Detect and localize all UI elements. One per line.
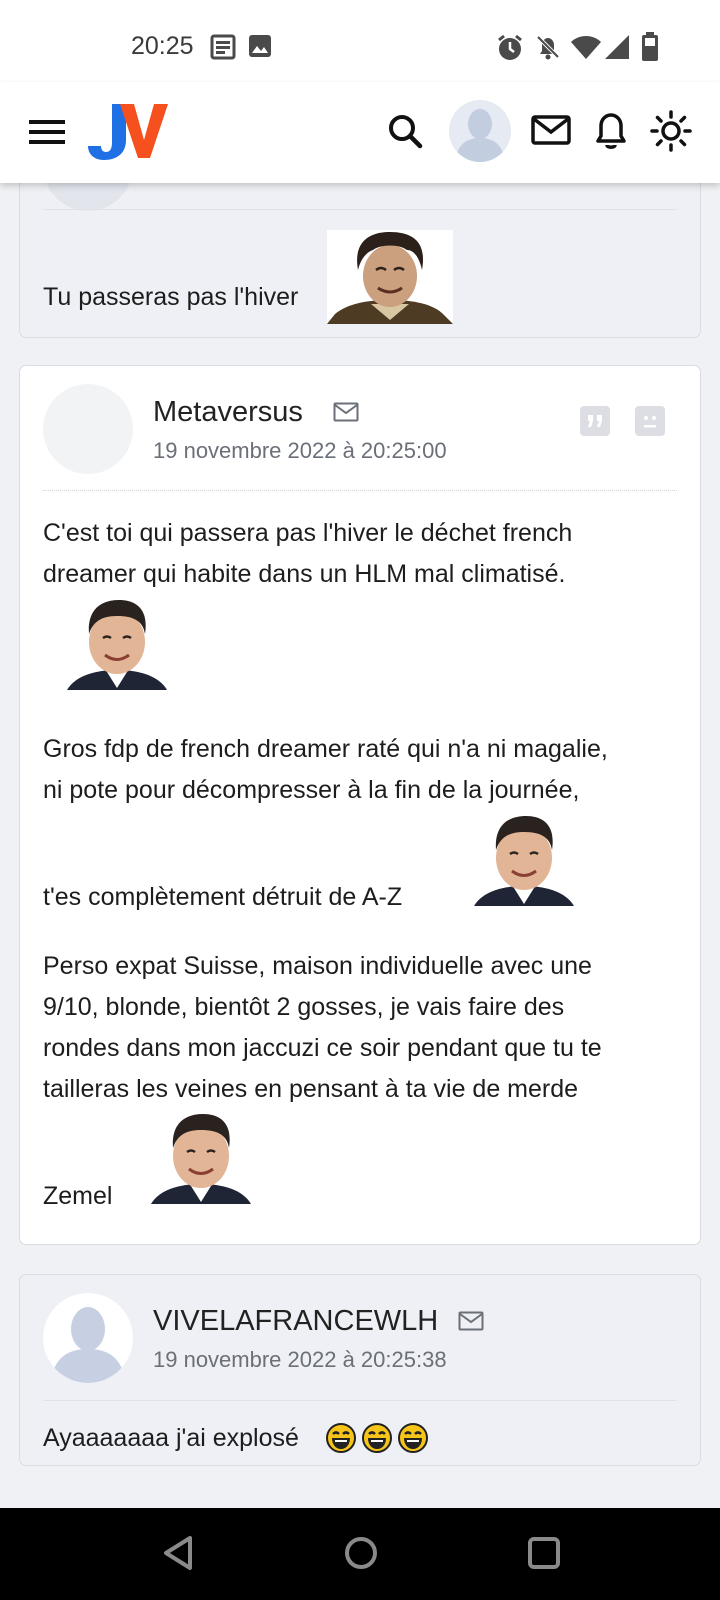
laughing-emoji-icon — [398, 1423, 428, 1453]
avatar[interactable] — [43, 183, 133, 211]
menu-icon[interactable] — [29, 118, 65, 146]
system-navigation-bar — [0, 1508, 720, 1600]
post-message: Tu passeras pas l'hiver — [43, 283, 299, 311]
signal-icon — [605, 35, 629, 59]
top-header — [0, 82, 720, 183]
post-text-line: C'est toi qui passera pas l'hiver le déc… — [43, 519, 573, 547]
send-message-icon[interactable] — [458, 1311, 484, 1331]
jv-logo[interactable] — [86, 100, 170, 162]
post-divider — [43, 490, 677, 491]
post-text-line: t'es complètement détruit de A-Z — [43, 883, 403, 911]
laughing-emoji-icon — [326, 1423, 356, 1453]
wifi-icon — [571, 36, 601, 59]
status-bar: 20:25 — [0, 0, 720, 82]
post-text-line: Gros fdp de french dreamer raté qui n'a … — [43, 735, 608, 763]
mail-icon[interactable] — [531, 115, 571, 145]
alarm-icon — [498, 34, 522, 60]
quote-icon[interactable] — [580, 406, 610, 436]
theme-sun-icon[interactable] — [650, 110, 692, 152]
status-time: 20:25 — [131, 32, 194, 60]
post-date[interactable]: 19 novembre 2022 à 20:25:38 — [153, 1347, 447, 1373]
home-icon[interactable] — [342, 1534, 380, 1572]
forum-post: Metaversus 19 novembre 2022 à 20:25:00 C… — [19, 365, 701, 1245]
avatar[interactable] — [43, 384, 133, 474]
post-message: Ayaaaaaaa j'ai explosé — [43, 1424, 299, 1452]
back-icon[interactable] — [160, 1534, 196, 1572]
post-author[interactable]: VIVELAFRANCEWLH — [153, 1305, 438, 1338]
smiling-man-sticker[interactable] — [474, 814, 574, 906]
post-text-line: tailleras les veines en pensant à ta vie… — [43, 1075, 579, 1103]
post-text-line: ni pote pour décompresser à la fin de la… — [43, 776, 580, 804]
post-divider — [43, 209, 677, 210]
post-text-line: rondes dans mon jaccuzi ce soir pendant … — [43, 1034, 602, 1062]
bell-off-icon — [536, 35, 560, 60]
news-icon — [210, 34, 236, 60]
battery-icon — [642, 32, 658, 61]
search-icon[interactable] — [387, 113, 423, 149]
forum-post: Tu passeras pas l'hiver — [19, 183, 701, 338]
laughing-man-sticker[interactable] — [327, 230, 453, 324]
avatar[interactable] — [43, 1293, 133, 1383]
send-message-icon[interactable] — [333, 402, 359, 422]
report-icon[interactable] — [635, 406, 665, 436]
recents-icon[interactable] — [526, 1534, 562, 1572]
laughing-emoji-icon — [362, 1423, 392, 1453]
post-author[interactable]: Metaversus — [153, 396, 303, 429]
notification-bell-icon[interactable] — [594, 110, 628, 150]
post-text-line: Perso expat Suisse, maison individuelle … — [43, 952, 592, 980]
forum-post: VIVELAFRANCEWLH 19 novembre 2022 à 20:25… — [19, 1274, 701, 1466]
post-text-line: dreamer qui habite dans un HLM mal clima… — [43, 560, 566, 588]
forum-topic-content: Tu passeras pas l'hiver Metaversus 19 no… — [0, 183, 720, 1508]
image-icon — [249, 35, 271, 57]
post-text-line: 9/10, blonde, bientôt 2 gosses, je vais … — [43, 993, 565, 1021]
smiling-man-sticker[interactable] — [151, 1112, 251, 1204]
smiling-man-sticker[interactable] — [67, 598, 167, 690]
post-divider — [43, 1400, 677, 1401]
user-avatar[interactable] — [449, 100, 511, 162]
post-text-line: Zemel — [43, 1182, 113, 1210]
post-date[interactable]: 19 novembre 2022 à 20:25:00 — [153, 438, 447, 464]
